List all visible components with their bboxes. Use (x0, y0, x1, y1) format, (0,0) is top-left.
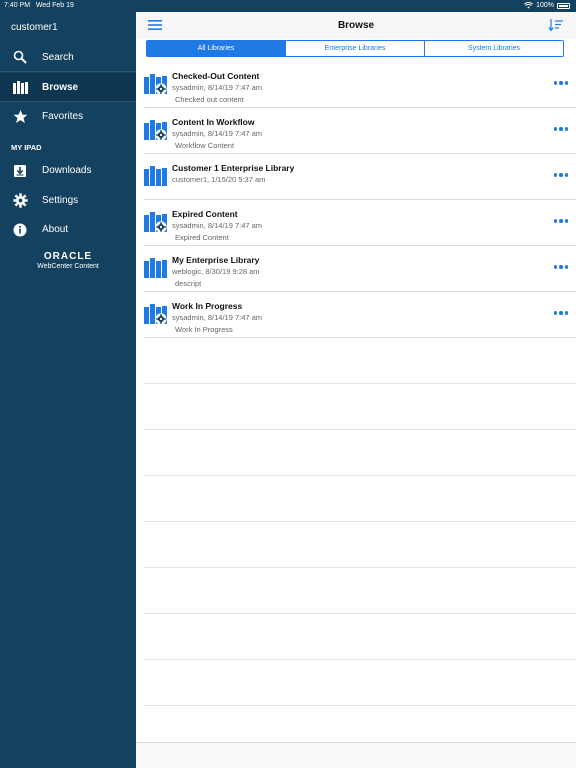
library-filter-tabs: All Libraries Enterprise Libraries Syste… (146, 40, 564, 57)
sidebar: customer1 Search Browse Favorites MY IPA… (0, 12, 136, 768)
library-name: My Enterprise Library (172, 255, 260, 265)
library-name: Expired Content (172, 209, 238, 219)
info-icon (12, 222, 28, 238)
empty-row (144, 522, 576, 568)
user-name: customer1 (11, 22, 58, 33)
more-options-icon[interactable] (554, 171, 568, 179)
more-options-icon[interactable] (554, 263, 568, 271)
section-header-my-ipad: MY IPAD (11, 143, 42, 152)
wifi-icon (524, 2, 534, 9)
list-item[interactable]: Content In Workflow sysadmin, 8/14/19 7:… (144, 108, 576, 154)
sidebar-item-browse[interactable]: Browse (0, 73, 136, 102)
nav-bar: Browse (136, 12, 576, 39)
library-description: Checked out content (175, 95, 244, 104)
library-meta: sysadmin, 8/14/19 7:47 am (172, 129, 263, 138)
star-icon (12, 109, 28, 125)
list-item[interactable]: Checked-Out Content sysadmin, 8/14/19 7:… (144, 62, 576, 108)
download-icon (12, 163, 28, 179)
enterprise-library-icon (144, 166, 167, 186)
gear-icon (12, 193, 28, 209)
library-description: descript (175, 279, 202, 288)
bottom-toolbar (136, 742, 576, 768)
status-time: 7:40 PM Wed Feb 19 (4, 2, 74, 9)
battery-percent: 100% (536, 2, 554, 9)
system-library-icon (144, 304, 167, 325)
sidebar-item-label: Favorites (42, 111, 84, 122)
tab-system-libraries[interactable]: System Libraries (425, 41, 563, 56)
sidebar-item-label: Browse (42, 81, 79, 93)
library-meta: weblogic, 8/30/19 9:28 am (172, 267, 260, 276)
sort-icon[interactable] (548, 18, 564, 32)
empty-row (144, 384, 576, 430)
list-item[interactable]: Expired Content sysadmin, 8/14/19 7:47 a… (144, 200, 576, 246)
status-right: 100% (524, 2, 570, 9)
more-options-icon[interactable] (554, 217, 568, 225)
library-name: Customer 1 Enterprise Library (172, 163, 295, 173)
sidebar-item-label: Settings (42, 195, 79, 206)
empty-row (144, 660, 576, 706)
list-item[interactable]: Customer 1 Enterprise Library customer1,… (144, 154, 576, 200)
empty-row (144, 568, 576, 614)
sidebar-item-label: Downloads (42, 165, 92, 176)
system-library-icon (144, 120, 167, 141)
library-name: Checked-Out Content (172, 71, 260, 81)
library-description: Work In Progress (175, 325, 233, 334)
tab-all-libraries[interactable]: All Libraries (147, 41, 286, 56)
main-panel: Browse All Libraries Enterprise Librarie… (136, 12, 576, 768)
library-meta: sysadmin, 8/14/19 7:47 am (172, 83, 263, 92)
oracle-webcenter-logo: ORACLE WebCenter Content (37, 251, 99, 271)
list-item[interactable]: My Enterprise Library weblogic, 8/30/19 … (144, 246, 576, 292)
library-icon (12, 79, 28, 95)
enterprise-library-icon (144, 258, 167, 278)
library-name: Work In Progress (172, 301, 243, 311)
empty-row (144, 338, 576, 384)
empty-row (144, 476, 576, 522)
sidebar-item-label: Search (42, 51, 74, 63)
library-name: Content In Workflow (172, 117, 255, 127)
page-title: Browse (337, 20, 375, 31)
tab-enterprise-libraries[interactable]: Enterprise Libraries (286, 41, 425, 56)
more-options-icon[interactable] (554, 79, 568, 87)
search-icon (12, 49, 28, 65)
library-list: Checked-Out Content sysadmin, 8/14/19 7:… (144, 62, 576, 706)
library-meta: customer1, 1/15/20 5:37 am (172, 175, 266, 184)
library-meta: sysadmin, 8/14/19 7:47 am (172, 221, 263, 230)
sidebar-item-favorites[interactable]: Favorites (0, 102, 136, 131)
sidebar-item-settings[interactable]: Settings (0, 186, 136, 215)
library-description: Expired Content (175, 233, 229, 242)
list-item[interactable]: Work In Progress sysadmin, 8/14/19 7:47 … (144, 292, 576, 338)
status-bar: 7:40 PM Wed Feb 19 100% (0, 0, 576, 12)
system-library-icon (144, 74, 167, 95)
library-description: Workflow Content (175, 141, 235, 150)
system-library-icon (144, 212, 167, 233)
sidebar-item-label: About (42, 224, 69, 235)
sidebar-item-search[interactable]: Search (0, 43, 136, 72)
sidebar-item-downloads[interactable]: Downloads (0, 156, 136, 185)
empty-row (144, 430, 576, 476)
library-meta: sysadmin, 8/14/19 7:47 am (172, 313, 263, 322)
empty-row (144, 614, 576, 660)
more-options-icon[interactable] (554, 309, 568, 317)
more-options-icon[interactable] (554, 125, 568, 133)
battery-icon (557, 2, 570, 9)
sidebar-item-about[interactable]: About (0, 215, 136, 244)
